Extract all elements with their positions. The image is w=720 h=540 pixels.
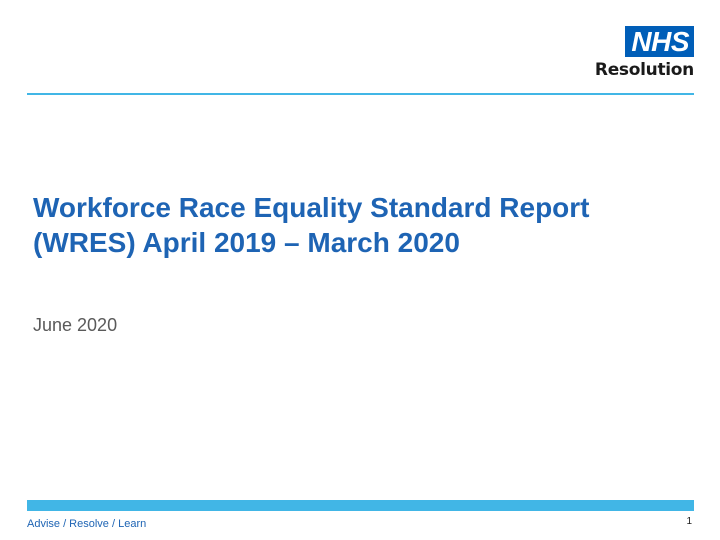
slide-title: Workforce Race Equality Standard Report … <box>33 192 590 258</box>
header-divider <box>27 93 694 95</box>
nhs-logo-mark: NHS <box>625 26 694 57</box>
slide-date: June 2020 <box>33 315 118 335</box>
nhs-resolution-logo: NHS Resolution <box>584 26 694 80</box>
presentation-slide: NHS Resolution Workforce Race Equality S… <box>0 0 720 540</box>
logo-subtitle: Resolution <box>594 60 694 80</box>
footer-tagline: Advise / Resolve / Learn <box>27 518 147 530</box>
page-number: 1 <box>686 516 692 527</box>
footer-accent-bar <box>27 500 694 511</box>
